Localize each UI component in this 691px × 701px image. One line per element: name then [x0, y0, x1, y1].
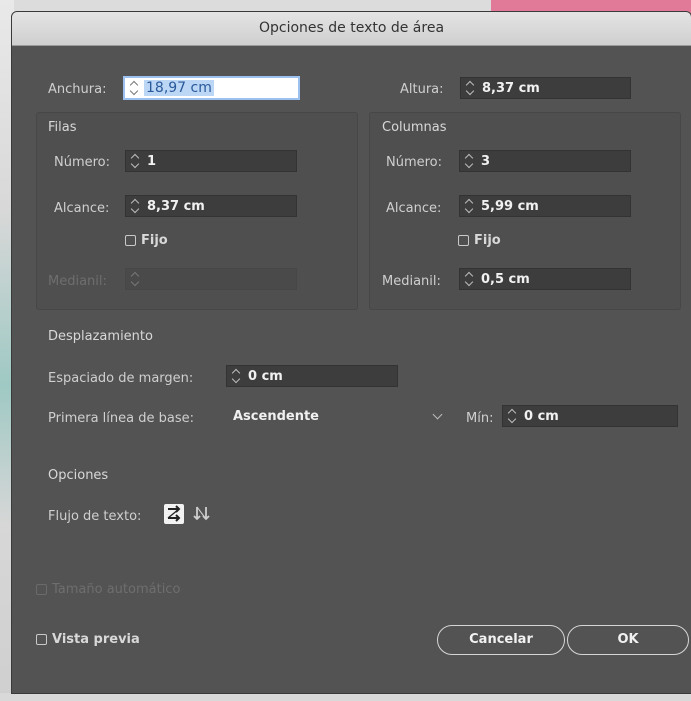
- columns-span-field[interactable]: 5,99 cm: [459, 195, 631, 217]
- rows-number-value: 1: [147, 153, 157, 169]
- min-stepper-icon[interactable]: [506, 408, 518, 424]
- options-heading: Opciones: [48, 468, 109, 483]
- chevron-down-icon: [432, 409, 443, 420]
- preview-checkbox-box[interactable]: [36, 634, 47, 645]
- columns-heading: Columnas: [382, 120, 447, 135]
- ok-button[interactable]: OK: [567, 625, 689, 655]
- rows-number-field[interactable]: 1: [125, 150, 297, 172]
- rows-number-stepper-icon[interactable]: [129, 153, 141, 169]
- text-flow-label: Flujo de texto:: [48, 509, 142, 524]
- inset-spacing-value: 0 cm: [248, 368, 283, 384]
- rows-span-value: 8,37 cm: [147, 198, 205, 214]
- columns-span-label: Alcance:: [386, 201, 442, 216]
- min-value: 0 cm: [524, 408, 559, 424]
- rows-gutter-label: Medianil:: [48, 274, 107, 289]
- columns-number-stepper-icon[interactable]: [463, 153, 475, 169]
- preview-checkbox[interactable]: Vista previa: [36, 632, 140, 647]
- columns-gutter-label: Medianil:: [382, 274, 441, 289]
- cancel-button[interactable]: Cancelar: [437, 625, 565, 655]
- width-label: Anchura:: [48, 82, 107, 97]
- offset-heading: Desplazamiento: [48, 329, 153, 344]
- rows-fixed-checkbox[interactable]: Fijo: [125, 233, 168, 248]
- rows-span-field[interactable]: 8,37 cm: [125, 195, 297, 217]
- columns-number-field[interactable]: 3: [459, 150, 631, 172]
- rows-gutter-field: [125, 268, 297, 290]
- rows-number-label: Número:: [54, 155, 111, 170]
- columns-span-value: 5,99 cm: [481, 198, 539, 214]
- height-label: Altura:: [400, 82, 444, 97]
- rows-fixed-checkbox-box[interactable]: [125, 235, 136, 246]
- columns-gutter-value: 0,5 cm: [481, 271, 530, 287]
- rows-fixed-label: Fijo: [141, 233, 168, 248]
- first-baseline-label: Primera línea de base:: [48, 411, 194, 426]
- rows-gutter-stepper-icon: [129, 271, 141, 287]
- rows-span-label: Alcance:: [54, 201, 110, 216]
- columns-fixed-checkbox[interactable]: Fijo: [458, 233, 501, 248]
- height-stepper-icon[interactable]: [464, 80, 476, 96]
- min-field[interactable]: 0 cm: [502, 405, 678, 427]
- text-flow-by-columns-icon[interactable]: [192, 504, 212, 524]
- auto-size-label: Tamaño automático: [52, 582, 181, 597]
- columns-gutter-field[interactable]: 0,5 cm: [459, 268, 631, 290]
- columns-number-value: 3: [481, 153, 491, 169]
- columns-gutter-stepper-icon[interactable]: [463, 271, 475, 287]
- height-field[interactable]: 8,37 cm: [460, 77, 631, 99]
- auto-size-checkbox-box: [36, 584, 47, 595]
- width-stepper-icon[interactable]: [128, 80, 140, 96]
- first-baseline-dropdown[interactable]: Ascendente: [229, 405, 447, 427]
- inset-spacing-field[interactable]: 0 cm: [226, 365, 398, 387]
- columns-fixed-checkbox-box[interactable]: [458, 235, 469, 246]
- inset-spacing-label: Espaciado de margen:: [48, 371, 194, 386]
- columns-span-stepper-icon[interactable]: [463, 198, 475, 214]
- dialog-title[interactable]: Opciones de texto de área: [12, 12, 691, 46]
- first-baseline-value: Ascendente: [233, 408, 319, 424]
- width-value: 18,97 cm: [144, 80, 214, 96]
- width-field[interactable]: 18,97 cm: [123, 76, 300, 100]
- columns-number-label: Número:: [386, 155, 443, 170]
- rows-heading: Filas: [48, 120, 77, 135]
- preview-label: Vista previa: [52, 632, 140, 647]
- min-label: Mín:: [466, 411, 494, 426]
- height-value: 8,37 cm: [482, 80, 540, 96]
- rows-span-stepper-icon[interactable]: [129, 198, 141, 214]
- area-type-options-dialog: Opciones de texto de área Anchura: 18,97…: [12, 12, 691, 693]
- text-flow-by-rows-icon[interactable]: [164, 504, 184, 524]
- inset-spacing-stepper-icon[interactable]: [230, 368, 242, 384]
- columns-fixed-label: Fijo: [474, 233, 501, 248]
- background-bottom: [0, 693, 691, 701]
- auto-size-checkbox: Tamaño automático: [36, 582, 180, 597]
